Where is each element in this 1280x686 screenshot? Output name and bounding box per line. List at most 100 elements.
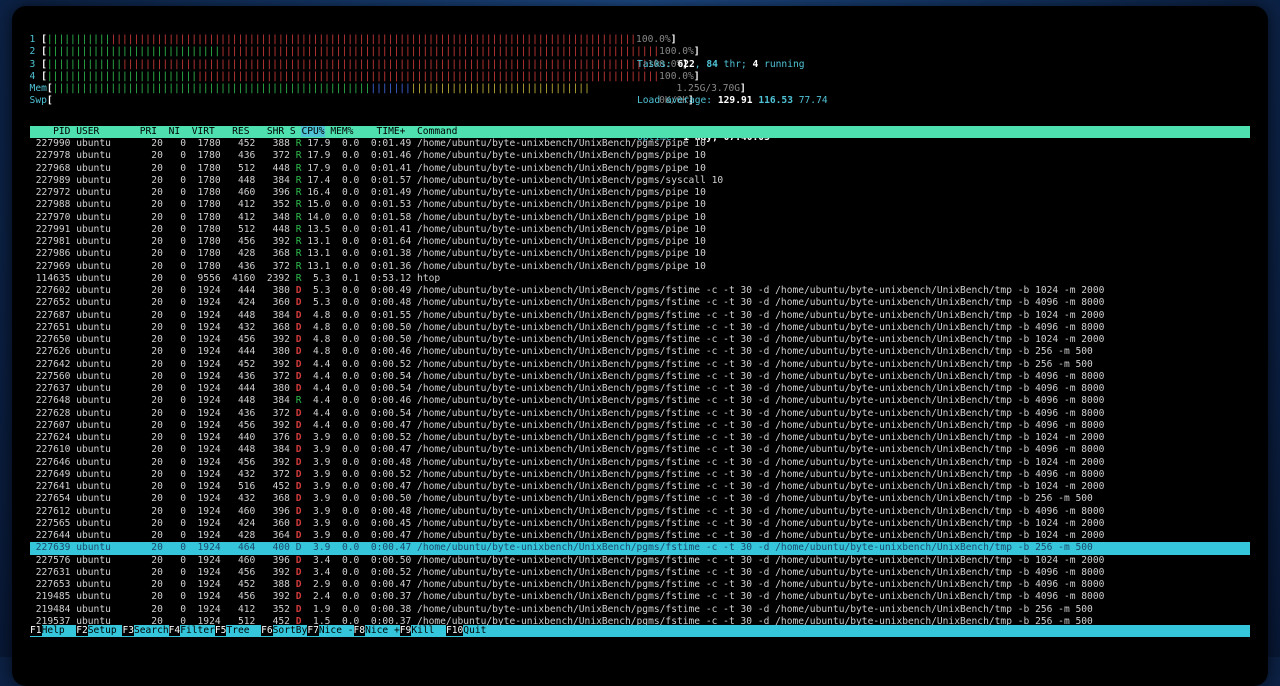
process-row[interactable]: 227641 ubuntu 20 0 1924 516 452 D 3.9 0.…: [30, 481, 1250, 493]
process-time: 0:00.52: [365, 358, 418, 370]
process-pid: 227612: [30, 505, 77, 517]
fkey-label-f1[interactable]: Help: [42, 625, 77, 636]
fkey-label-f3[interactable]: Search: [134, 625, 169, 636]
process-row[interactable]: 227687 ubuntu 20 0 1924 448 384 D 4.8 0.…: [30, 310, 1250, 322]
process-row[interactable]: 227649 ubuntu 20 0 1924 432 372 D 3.9 0.…: [30, 469, 1250, 481]
fkey-label-f8[interactable]: Nice +: [365, 625, 400, 636]
process-shr: 392: [261, 566, 296, 578]
fkey-label-f9[interactable]: Kill: [411, 625, 446, 636]
process-row[interactable]: 227639 ubuntu 20 0 1924 464 400 D 3.9 0.…: [30, 542, 1250, 555]
process-row[interactable]: 227651 ubuntu 20 0 1924 432 368 D 4.8 0.…: [30, 322, 1250, 334]
cpu-bar-user: ||||||||||||||||||||||||||: [46, 70, 198, 82]
process-mem-percent: 0.0: [336, 517, 366, 529]
fkey-label-f2[interactable]: Setup: [88, 625, 123, 636]
process-row[interactable]: 227988 ubuntu 20 0 1780 412 352 R 15.0 0…: [30, 199, 1250, 211]
process-time: 0:01.64: [365, 236, 418, 247]
process-row[interactable]: 227652 ubuntu 20 0 1924 424 360 D 5.3 0.…: [30, 297, 1250, 309]
process-row[interactable]: 227646 ubuntu 20 0 1924 456 392 D 3.9 0.…: [30, 457, 1250, 469]
process-priority: 20: [133, 603, 169, 615]
fkey-label-f10[interactable]: Quit: [463, 625, 486, 636]
process-nice: 0: [168, 419, 192, 431]
process-res: 460: [226, 505, 262, 517]
process-row[interactable]: 227981 ubuntu 20 0 1780 456 392 R 13.1 0…: [30, 236, 1250, 248]
fkey-label-f6[interactable]: SortBy: [273, 625, 308, 636]
fkey-f7[interactable]: F7: [307, 625, 319, 636]
process-pid: 227631: [30, 566, 77, 578]
process-virt: 1924: [191, 505, 227, 517]
fkey-f8[interactable]: F8: [353, 625, 366, 636]
process-row[interactable]: 227650 ubuntu 20 0 1924 456 392 D 4.8 0.…: [30, 334, 1250, 346]
process-row[interactable]: 227989 ubuntu 20 0 1780 448 384 R 17.4 0…: [30, 175, 1250, 187]
process-row[interactable]: 227602 ubuntu 20 0 1924 444 380 D 5.3 0.…: [30, 285, 1250, 297]
process-row[interactable]: 227612 ubuntu 20 0 1924 460 396 D 3.9 0.…: [30, 506, 1250, 518]
process-row[interactable]: 227654 ubuntu 20 0 1924 432 368 D 3.9 0.…: [30, 493, 1250, 505]
process-user: ubuntu: [76, 150, 134, 162]
header-columns[interactable]: PID USER PRI NI VIRT RES SHR S: [30, 126, 301, 137]
process-row[interactable]: 227610 ubuntu 20 0 1924 448 384 D 3.9 0.…: [30, 444, 1250, 456]
process-row[interactable]: 227970 ubuntu 20 0 1780 412 348 R 14.0 0…: [30, 212, 1250, 224]
fkey-f1[interactable]: F1: [30, 625, 42, 636]
process-nice: 0: [168, 272, 192, 284]
process-row[interactable]: 227972 ubuntu 20 0 1780 460 396 R 16.4 0…: [30, 187, 1250, 199]
process-command: /home/ubuntu/byte-unixbench/UnixBench/pg…: [417, 419, 1105, 431]
process-state: D: [295, 346, 308, 358]
process-row[interactable]: 227637 ubuntu 20 0 1924 444 380 D 4.4 0.…: [30, 383, 1250, 395]
process-virt: 1780: [191, 138, 227, 149]
fkey-f2[interactable]: F2: [76, 625, 88, 636]
process-row[interactable]: 114635 ubuntu 20 0 9556 4160 2392 R 5.3 …: [30, 273, 1250, 285]
fkey-f6[interactable]: F6: [261, 625, 273, 636]
process-virt: 1924: [191, 481, 227, 492]
process-row[interactable]: 227968 ubuntu 20 0 1780 512 448 R 17.9 0…: [30, 163, 1250, 175]
process-row[interactable]: 227990 ubuntu 20 0 1780 452 388 R 17.9 0…: [30, 138, 1250, 150]
fkey-f4[interactable]: F4: [168, 625, 181, 636]
process-state: R: [295, 272, 308, 284]
process-row[interactable]: 227624 ubuntu 20 0 1924 440 376 D 3.9 0.…: [30, 432, 1250, 444]
process-row[interactable]: 219484 ubuntu 20 0 1924 412 352 D 1.9 0.…: [30, 604, 1250, 616]
fkey-label-f4[interactable]: Filter: [180, 625, 215, 636]
process-row[interactable]: 227560 ubuntu 20 0 1924 436 372 D 4.4 0.…: [30, 371, 1250, 383]
process-cpu-percent: 13.1: [307, 260, 337, 272]
process-row[interactable]: 227969 ubuntu 20 0 1780 436 372 R 13.1 0…: [30, 261, 1250, 273]
process-row[interactable]: 227626 ubuntu 20 0 1924 444 380 D 4.8 0.…: [30, 346, 1250, 358]
fkey-f3[interactable]: F3: [122, 625, 134, 636]
process-row[interactable]: 227631 ubuntu 20 0 1924 456 392 D 3.4 0.…: [30, 567, 1250, 579]
process-user: ubuntu: [76, 260, 134, 272]
process-command: /home/ubuntu/byte-unixbench/UnixBench/pg…: [417, 211, 706, 223]
fkey-f5[interactable]: F5: [214, 625, 227, 636]
process-row[interactable]: 227986 ubuntu 20 0 1780 428 368 R 13.1 0…: [30, 248, 1250, 260]
process-res: 424: [226, 517, 262, 529]
process-command: /home/ubuntu/byte-unixbench/UnixBench/pg…: [417, 248, 706, 260]
process-row[interactable]: 227978 ubuntu 20 0 1780 436 372 R 17.9 0…: [30, 150, 1250, 162]
header-columns-after[interactable]: MEM% TIME+ Command: [325, 126, 457, 137]
process-pid: 227650: [30, 334, 77, 345]
process-command: /home/ubuntu/byte-unixbench/UnixBench/pg…: [417, 579, 1105, 590]
process-command: /home/ubuntu/byte-unixbench/UnixBench/pg…: [417, 591, 1105, 603]
fkey-f10[interactable]: F10: [445, 625, 464, 636]
fkey-label-f5[interactable]: Tree: [226, 625, 261, 636]
fkey-f9[interactable]: F9: [399, 625, 412, 636]
process-row[interactable]: 227628 ubuntu 20 0 1924 436 372 D 4.4 0.…: [30, 408, 1250, 420]
process-shr: 392: [261, 456, 296, 468]
process-table-header[interactable]: PID USER PRI NI VIRT RES SHR S CPU% MEM%…: [30, 126, 1250, 138]
process-row[interactable]: 227565 ubuntu 20 0 1924 424 360 D 3.9 0.…: [30, 518, 1250, 530]
process-list[interactable]: 227990 ubuntu 20 0 1780 452 388 R 17.9 0…: [30, 138, 1250, 628]
process-time: 0:00.47: [365, 579, 418, 590]
process-res: 444: [226, 346, 262, 358]
process-row[interactable]: 227642 ubuntu 20 0 1924 452 392 D 4.4 0.…: [30, 359, 1250, 371]
cpu-bar-system: ||||||||||||||||||||||||||||||||||||||||…: [197, 70, 660, 82]
sorted-column-cpu[interactable]: CPU%: [301, 126, 325, 137]
process-virt: 1924: [191, 395, 227, 407]
process-row[interactable]: 227653 ubuntu 20 0 1924 452 388 D 2.9 0.…: [30, 579, 1250, 591]
process-row[interactable]: 227644 ubuntu 20 0 1924 428 364 D 3.9 0.…: [30, 530, 1250, 542]
process-priority: 20: [133, 346, 169, 358]
process-row[interactable]: 219485 ubuntu 20 0 1924 456 392 D 2.4 0.…: [30, 591, 1250, 603]
process-cpu-percent: 3.9: [307, 481, 337, 492]
process-row[interactable]: 227648 ubuntu 20 0 1924 448 384 R 4.4 0.…: [30, 395, 1250, 407]
process-command: /home/ubuntu/byte-unixbench/UnixBench/pg…: [417, 432, 1105, 443]
process-row[interactable]: 227991 ubuntu 20 0 1780 512 448 R 13.5 0…: [30, 224, 1250, 236]
process-nice: 0: [168, 517, 192, 529]
fkey-label-f7[interactable]: Nice -: [319, 625, 354, 636]
process-pid: 227628: [30, 407, 77, 419]
process-row[interactable]: 227576 ubuntu 20 0 1924 460 396 D 3.4 0.…: [30, 555, 1250, 567]
process-row[interactable]: 227607 ubuntu 20 0 1924 456 392 D 4.4 0.…: [30, 420, 1250, 432]
